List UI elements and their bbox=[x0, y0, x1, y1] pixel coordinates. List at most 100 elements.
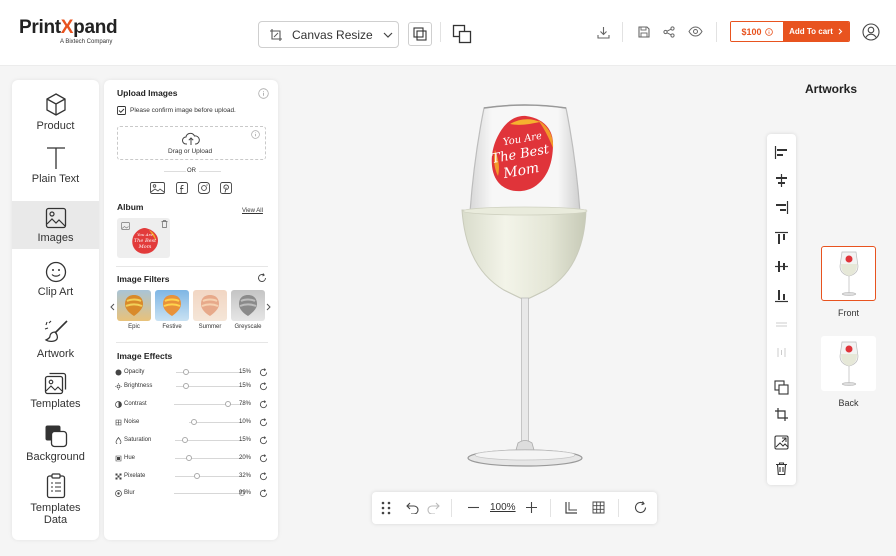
duplicate-canvas-button[interactable] bbox=[408, 22, 432, 46]
layers-icon bbox=[452, 24, 472, 44]
view-front[interactable]: Front bbox=[821, 246, 876, 318]
effect-slider-knob[interactable] bbox=[182, 437, 189, 443]
filter-greyscale[interactable]: Greyscale bbox=[231, 290, 265, 330]
confirm-checkbox[interactable] bbox=[117, 106, 126, 115]
effect-slider-knob[interactable] bbox=[185, 455, 192, 461]
trash-icon[interactable] bbox=[774, 461, 789, 476]
reset-icon[interactable] bbox=[259, 418, 268, 427]
nav-label: Product bbox=[36, 120, 75, 132]
nav-item-background[interactable]: Background bbox=[12, 424, 99, 468]
price-badge[interactable]: $100 bbox=[731, 22, 783, 41]
gallery-icon[interactable] bbox=[150, 182, 165, 194]
product-canvas[interactable]: You Are The Best Mom bbox=[450, 98, 600, 476]
view-label-front: Front bbox=[837, 308, 859, 318]
or-text: OR bbox=[187, 168, 196, 174]
balloon-image bbox=[163, 295, 181, 316]
zoom-in-button[interactable] bbox=[524, 500, 539, 515]
drag-handle[interactable] bbox=[378, 500, 393, 515]
effect-slider[interactable] bbox=[175, 476, 243, 477]
effect-slider-knob[interactable] bbox=[224, 401, 231, 407]
redo-button[interactable] bbox=[426, 500, 441, 515]
effect-slider-knob[interactable] bbox=[191, 419, 198, 425]
effect-contrast: Contrast 78% bbox=[115, 400, 270, 412]
upload-dropzone[interactable]: Drag or Upload bbox=[117, 126, 266, 160]
effect-slider-knob[interactable] bbox=[183, 383, 190, 389]
wine-glass-thumbnail bbox=[839, 251, 858, 296]
share-button[interactable] bbox=[661, 24, 676, 39]
grid-button[interactable] bbox=[591, 500, 606, 515]
reset-icon[interactable] bbox=[259, 472, 268, 481]
chevron-right-icon[interactable] bbox=[266, 303, 271, 311]
align-middle-vertical-icon[interactable] bbox=[774, 259, 789, 274]
clipboard-icon bbox=[46, 473, 65, 499]
effect-name: Pixelate bbox=[124, 473, 146, 479]
ruler-button[interactable] bbox=[564, 500, 579, 515]
album-thumbnail[interactable]: You Are The Best Mom bbox=[117, 218, 170, 258]
effect-value: 10% bbox=[239, 419, 252, 425]
effect-slider[interactable] bbox=[189, 422, 243, 423]
filter-summer[interactable]: Summer bbox=[193, 290, 227, 330]
refresh-button[interactable] bbox=[633, 500, 648, 515]
canvas-resize-dropdown[interactable]: Canvas Resize bbox=[258, 21, 399, 48]
chevron-left-icon[interactable] bbox=[110, 303, 115, 311]
album-artwork: You AreThe BestMom bbox=[132, 228, 158, 254]
effect-slider-knob[interactable] bbox=[193, 473, 200, 479]
reset-icon[interactable] bbox=[259, 368, 268, 377]
facebook-icon[interactable] bbox=[176, 182, 188, 194]
effect-saturation: Saturation 15% bbox=[115, 436, 270, 448]
align-right-icon[interactable] bbox=[774, 200, 789, 215]
pinterest-icon[interactable] bbox=[220, 182, 232, 194]
trash-icon[interactable] bbox=[161, 220, 168, 228]
align-left-icon[interactable] bbox=[774, 145, 789, 160]
effect-slider[interactable] bbox=[174, 404, 243, 405]
drag-upload-text: Drag or Upload bbox=[168, 148, 213, 155]
distribute-horizontal-icon[interactable] bbox=[774, 317, 789, 332]
nav-item-images[interactable]: Images bbox=[12, 201, 99, 249]
images-panel: Upload Images Please confirm image befor… bbox=[104, 80, 278, 540]
align-top-icon[interactable] bbox=[774, 231, 789, 246]
effect-slider-knob[interactable] bbox=[183, 369, 190, 375]
reset-icon[interactable] bbox=[259, 436, 268, 445]
image-icon bbox=[45, 207, 66, 229]
align-bottom-icon[interactable] bbox=[774, 288, 789, 303]
reset-icon[interactable] bbox=[259, 382, 268, 391]
download-button[interactable] bbox=[595, 24, 611, 40]
add-to-cart-label: Add To cart bbox=[789, 27, 833, 36]
effect-slider[interactable] bbox=[174, 493, 243, 494]
undo-button[interactable] bbox=[405, 500, 420, 515]
view-back[interactable]: Back bbox=[821, 336, 876, 408]
filter-festive[interactable]: Festive bbox=[155, 290, 189, 330]
reset-icon[interactable] bbox=[259, 400, 268, 409]
effect-value: 15% bbox=[239, 369, 252, 375]
nav-item-plain-text[interactable]: Plain Text bbox=[12, 146, 99, 190]
align-center-horizontal-icon[interactable] bbox=[774, 173, 789, 188]
view-all-link[interactable]: View All bbox=[242, 208, 263, 214]
preview-button[interactable] bbox=[687, 24, 704, 39]
nav-item-templates-data[interactable]: Templates Data bbox=[12, 473, 99, 529]
resize-icon bbox=[270, 28, 282, 41]
nav-item-product[interactable]: Product bbox=[12, 93, 99, 137]
save-button[interactable] bbox=[636, 24, 651, 39]
info-icon[interactable] bbox=[251, 130, 260, 139]
filter-thumbnail bbox=[117, 290, 151, 321]
replace-image-icon[interactable] bbox=[774, 435, 789, 450]
nav-item-artwork[interactable]: Artwork bbox=[12, 319, 99, 363]
zoom-out-button[interactable] bbox=[466, 500, 481, 515]
nav-item-clip-art[interactable]: Clip Art bbox=[12, 261, 99, 305]
logo[interactable]: PrintXpand A Bixtech Company bbox=[19, 17, 118, 45]
account-button[interactable] bbox=[861, 22, 881, 42]
nav-item-templates[interactable]: Templates bbox=[12, 371, 99, 415]
crop-icon[interactable] bbox=[774, 407, 789, 422]
instagram-icon[interactable] bbox=[198, 182, 210, 194]
add-to-cart-button[interactable]: Add To cart bbox=[783, 22, 849, 41]
reset-icon[interactable] bbox=[259, 489, 268, 498]
filter-epic[interactable]: Epic bbox=[117, 290, 151, 330]
reset-icon[interactable] bbox=[257, 273, 267, 283]
effect-name: Opacity bbox=[124, 369, 145, 375]
info-icon[interactable] bbox=[258, 88, 269, 99]
layers-button[interactable] bbox=[451, 23, 473, 45]
arrange-layers-icon[interactable] bbox=[774, 380, 789, 395]
zoom-level[interactable]: 100% bbox=[490, 502, 516, 513]
distribute-vertical-icon[interactable] bbox=[774, 345, 789, 360]
reset-icon[interactable] bbox=[259, 454, 268, 463]
